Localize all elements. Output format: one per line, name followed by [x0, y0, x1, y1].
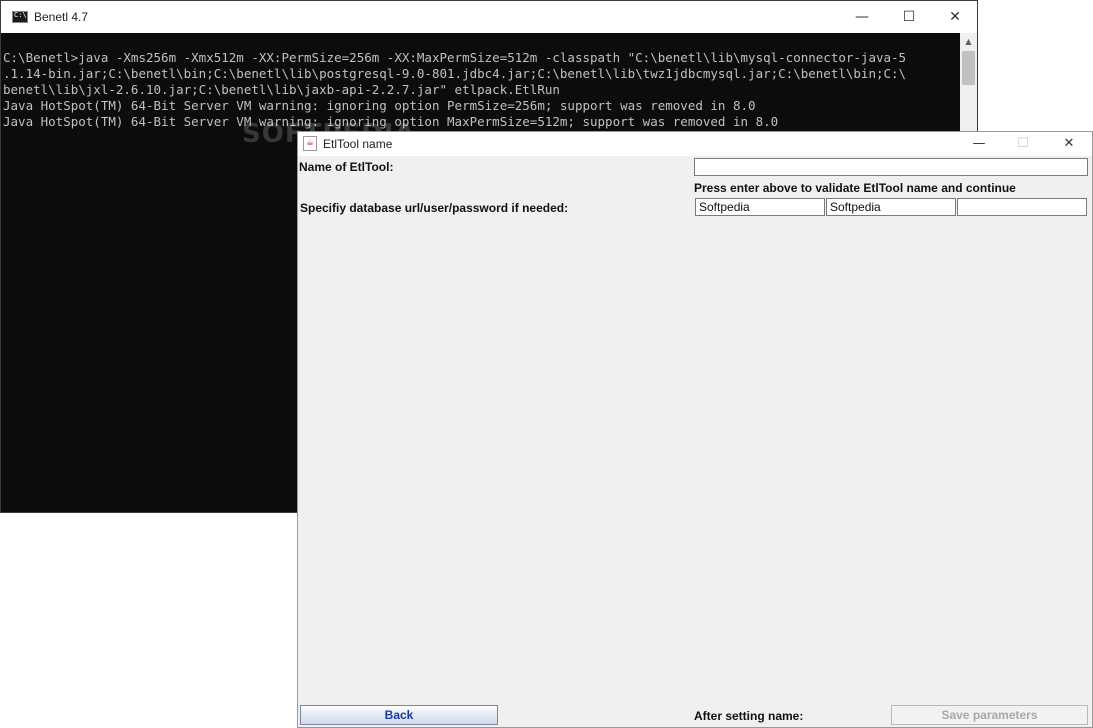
scroll-thumb[interactable]	[962, 51, 975, 85]
db-user-input[interactable]: Softpedia	[826, 198, 956, 216]
maximize-icon[interactable]: ☐	[886, 1, 932, 33]
console-line: Java HotSpot(TM) 64-Bit Server VM warnin…	[3, 114, 779, 129]
etltool-name-input[interactable]	[694, 158, 1088, 176]
close-icon[interactable]: ✕	[932, 1, 978, 33]
db-password-input[interactable]	[957, 198, 1087, 216]
console-titlebar[interactable]: Benetl 4.7 — ☐ ✕	[1, 1, 977, 33]
etltool-dialog: ☕ EtlTool name — ☐ ✕ Name of EtlTool: Pr…	[297, 131, 1093, 728]
dialog-title: EtlTool name	[323, 137, 393, 151]
console-title: Benetl 4.7	[34, 10, 89, 24]
dialog-titlebar[interactable]: ☕ EtlTool name — ☐ ✕	[298, 132, 1092, 156]
name-label: Name of EtlTool:	[299, 160, 394, 174]
minimize-icon[interactable]: —	[839, 1, 885, 33]
validate-hint: Press enter above to validate EtlTool na…	[694, 181, 1016, 195]
console-line: benetl\lib\jxl-2.6.10.jar;C:\benetl\lib\…	[3, 82, 560, 97]
db-label: Specifiy database url/user/password if n…	[300, 201, 569, 215]
console-line: C:\Benetl>java -Xms256m -Xmx512m -XX:Per…	[3, 50, 907, 65]
dialog-maximize-icon: ☐	[1017, 136, 1029, 151]
dialog-minimize-icon[interactable]: —	[956, 132, 1002, 156]
console-line: Java HotSpot(TM) 64-Bit Server VM warnin…	[3, 98, 756, 113]
db-url-input[interactable]: Softpedia	[695, 198, 825, 216]
after-setting-label: After setting name:	[694, 709, 804, 723]
save-parameters-button[interactable]: Save parameters	[891, 705, 1088, 725]
scroll-up-icon[interactable]: ▲	[960, 33, 977, 50]
console-app-icon	[12, 11, 28, 23]
dialog-close-icon[interactable]: ✕	[1046, 132, 1092, 156]
back-button[interactable]: Back	[300, 705, 498, 725]
java-icon: ☕	[303, 136, 317, 151]
console-line: .1.14-bin.jar;C:\benetl\bin;C:\benetl\li…	[3, 66, 907, 81]
